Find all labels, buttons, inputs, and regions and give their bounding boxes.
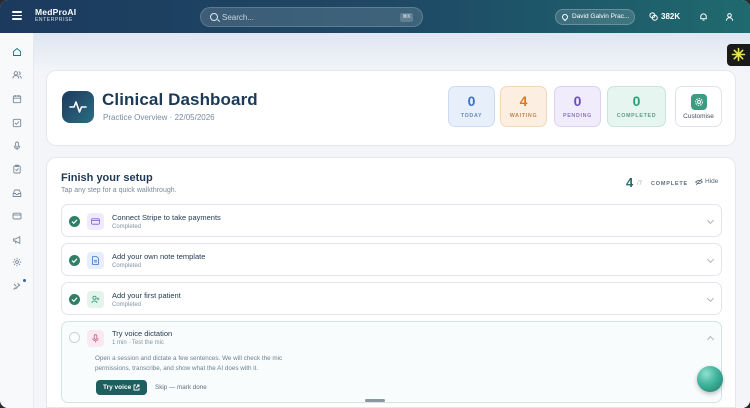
page-title: Clinical Dashboard <box>102 90 258 109</box>
step-title: Add your own note template <box>112 252 206 261</box>
step-status: 1 min · Test the mic <box>112 340 164 346</box>
credits-display[interactable]: 382K <box>649 11 680 23</box>
search-bar[interactable]: ⌘K <box>200 7 423 27</box>
scroll-handle[interactable] <box>365 399 385 402</box>
stat-waiting[interactable]: 4 WAITING <box>500 86 547 127</box>
search-shortcut: ⌘K <box>400 13 413 22</box>
customise-button[interactable]: Customise <box>675 86 722 127</box>
setup-subtitle: Tap any step for a quick walkthrough. <box>61 187 177 194</box>
users-icon[interactable] <box>12 70 22 80</box>
credits-value: 382K <box>661 12 681 21</box>
credit-card-icon <box>87 213 104 230</box>
step-title: Connect Stripe to take payments <box>112 213 221 222</box>
stat-waiting-value: 4 <box>519 93 528 109</box>
settings-icon[interactable] <box>12 257 22 267</box>
step-status: Completed <box>112 224 142 230</box>
add-user-icon <box>87 291 104 308</box>
check-icon <box>69 216 80 227</box>
megaphone-icon[interactable] <box>12 235 22 245</box>
location-pin-icon <box>560 12 570 21</box>
stat-today[interactable]: 0 TODAY <box>448 86 495 127</box>
setup-checklist-card: Finish your setup Tap any step for a qui… <box>46 157 736 408</box>
progress-total: /7 <box>637 181 643 187</box>
try-voice-label: Try voice <box>103 384 132 391</box>
setup-step-note-template[interactable]: Add your own note template Completed <box>61 243 722 276</box>
sidebar <box>0 33 34 408</box>
extension-tab[interactable] <box>727 44 750 66</box>
step-description: Open a session and dictate a few sentenc… <box>95 355 283 372</box>
document-icon <box>87 252 104 269</box>
setup-step-voice-dictation[interactable]: Try voice dictation 1 min · Test the mic… <box>61 321 722 403</box>
home-icon[interactable] <box>12 47 22 57</box>
stat-completed[interactable]: 0 COMPLETED <box>607 86 666 127</box>
eye-off-icon <box>695 178 703 186</box>
dashboard-header-card: Clinical Dashboard Practice Overview · 2… <box>46 70 736 146</box>
tasks-icon[interactable] <box>12 118 22 128</box>
microphone-icon[interactable] <box>12 141 22 151</box>
app-window: MedProAI ENTERPRISE ⌘K David Galvin Prac… <box>0 0 750 408</box>
external-link-icon <box>133 384 140 391</box>
check-icon <box>69 255 80 266</box>
step-title: Try voice dictation <box>112 329 173 338</box>
stat-today-value: 0 <box>467 93 476 109</box>
hide-label: Hide <box>705 178 719 185</box>
practice-selector[interactable]: David Galvin Prac... <box>555 9 635 25</box>
notification-dot <box>23 279 26 282</box>
clipboard-icon[interactable] <box>12 164 22 174</box>
unchecked-circle-icon <box>69 332 80 343</box>
practice-name: David Galvin Prac... <box>572 13 630 20</box>
bell-icon[interactable] <box>699 12 708 22</box>
chevron-down-icon <box>706 294 715 303</box>
top-bar: MedProAI ENTERPRISE ⌘K David Galvin Prac… <box>0 0 750 33</box>
setup-step-first-patient[interactable]: Add your first patient Completed <box>61 282 722 315</box>
chevron-up-icon[interactable] <box>706 335 715 344</box>
card-icon[interactable] <box>12 211 22 221</box>
gear-icon <box>690 94 707 110</box>
setup-step-stripe[interactable]: Connect Stripe to take payments Complete… <box>61 204 722 237</box>
chevron-down-icon <box>706 255 715 264</box>
stat-completed-value: 0 <box>632 93 641 109</box>
calendar-icon[interactable] <box>12 94 22 104</box>
setup-title: Finish your setup <box>61 172 153 184</box>
assistant-button[interactable] <box>697 366 723 392</box>
menu-icon[interactable] <box>12 11 22 20</box>
customise-label: Customise <box>683 113 714 120</box>
progress-label: COMPLETE <box>651 181 688 187</box>
chevron-down-icon <box>706 216 715 225</box>
skip-mark-done-link[interactable]: Skip — mark done <box>155 384 207 391</box>
stat-today-label: TODAY <box>460 113 483 119</box>
user-icon[interactable] <box>725 12 734 22</box>
step-status: Completed <box>112 263 142 269</box>
try-voice-button[interactable]: Try voice <box>96 380 147 395</box>
coins-icon <box>649 12 658 21</box>
stat-pending-label: PENDING <box>562 113 593 119</box>
brand-logo[interactable]: MedProAI ENTERPRISE <box>35 8 76 23</box>
hide-button[interactable]: Hide <box>695 178 719 186</box>
search-input[interactable] <box>222 11 392 23</box>
sparkle-icon <box>731 47 746 62</box>
page-subtitle: Practice Overview · 22/05/2026 <box>103 113 215 122</box>
progress-done: 4 <box>626 175 634 190</box>
activity-icon <box>62 91 94 123</box>
brand-name: MedProAI <box>35 7 77 17</box>
step-status: Completed <box>112 302 142 308</box>
stat-pending-value: 0 <box>573 93 582 109</box>
check-icon <box>69 294 80 305</box>
microphone-icon <box>87 330 104 347</box>
step-title: Add your first patient <box>112 291 181 300</box>
inbox-icon[interactable] <box>12 188 22 198</box>
main-content: Clinical Dashboard Practice Overview · 2… <box>34 33 750 408</box>
stat-waiting-label: WAITING <box>509 113 538 119</box>
stat-completed-label: COMPLETED <box>616 113 657 119</box>
integrations-icon[interactable] <box>12 281 22 291</box>
stat-pending[interactable]: 0 PENDING <box>554 86 601 127</box>
brand-tier: ENTERPRISE <box>35 16 73 23</box>
search-icon <box>210 13 218 21</box>
